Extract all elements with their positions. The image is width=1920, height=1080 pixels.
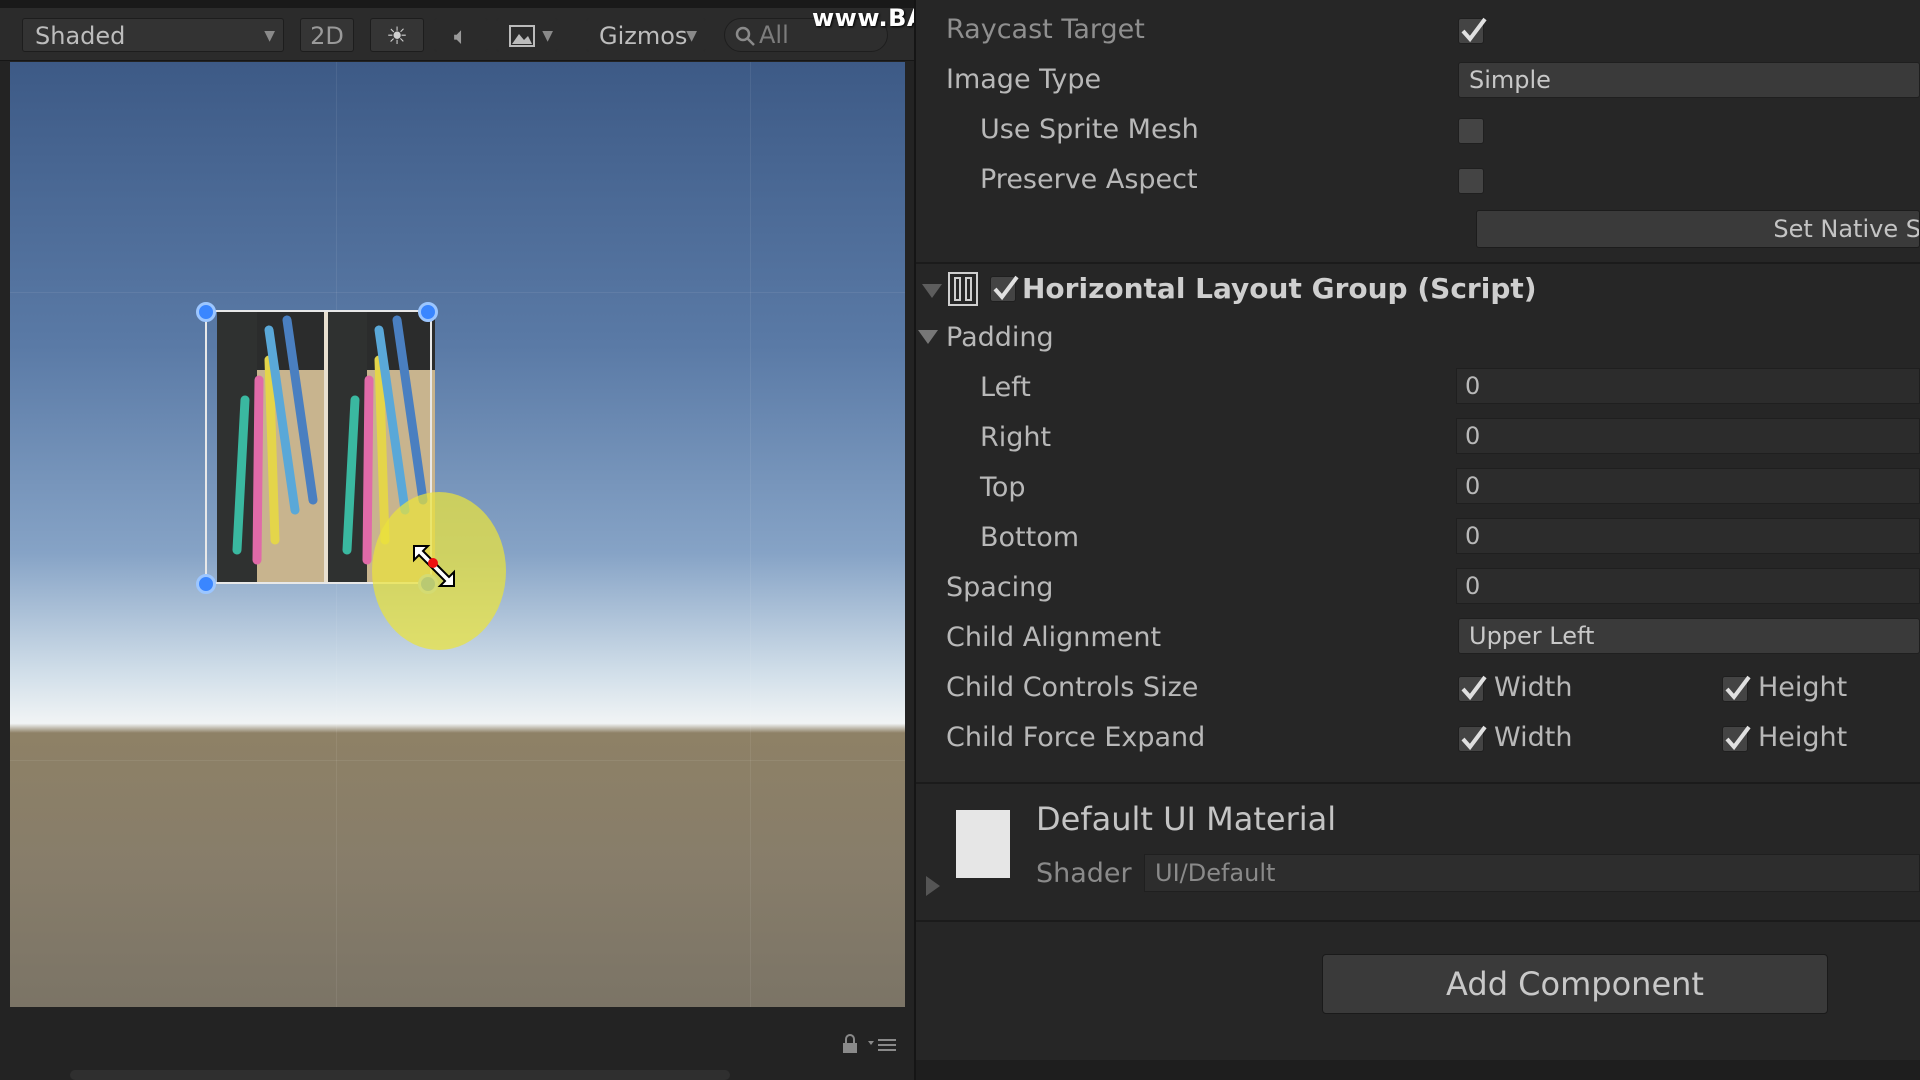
shader-dropdown[interactable]: UI/Default [1144,854,1920,892]
draw-mode-label: Shaded [35,22,126,50]
set-native-size-label: Set Native Size [1773,215,1920,243]
padding-left-field[interactable]: 0 [1456,368,1920,404]
grid-line [10,760,905,761]
menu-icon[interactable] [868,1038,896,1052]
preserve-aspect-label: Preserve Aspect [980,164,1198,195]
padding-top-label: Top [980,472,1026,503]
padding-right-field[interactable]: 0 [1456,418,1920,454]
2d-mode-toggle[interactable]: 2D [300,18,354,52]
component-foldout-arrow[interactable] [922,284,942,298]
child-controls-size-label: Child Controls Size [946,672,1199,703]
audio-toggle[interactable]: 🔈︎ [434,18,488,52]
checkmark-icon [993,275,1019,301]
checkmark-icon [1725,725,1751,751]
sun-icon: ☀ [386,22,408,50]
set-native-size-button[interactable]: Set Native Size [1476,210,1920,248]
scene-viewport[interactable] [10,62,905,1007]
child-force-expand-width-label: Width [1494,722,1573,753]
material-name: Default UI Material [1036,800,1337,838]
child-alignment-value: Upper Left [1469,622,1595,650]
search-placeholder: All [759,21,789,49]
image-type-label: Image Type [946,64,1102,95]
preserve-aspect-checkbox[interactable] [1458,168,1484,194]
child-controls-width-label: Width [1494,672,1573,703]
child-alignment-label: Child Alignment [946,622,1162,653]
child-force-expand-label: Child Force Expand [946,722,1206,753]
chevron-down-icon: ▼ [686,28,697,44]
component-separator [916,262,1920,264]
checkmark-icon [1461,725,1487,751]
raycast-target-checkbox[interactable] [1458,17,1487,44]
checkmark-icon [1725,675,1751,701]
spacing-field[interactable]: 0 [1456,568,1920,604]
draw-mode-dropdown[interactable]: Shaded ▼ [22,18,284,52]
rect-handle-bottom-left[interactable] [196,574,216,594]
checkmark-icon [1461,17,1487,43]
image-effects-icon [509,25,535,47]
grid-line [750,62,751,1007]
child-force-expand-width-checkbox[interactable] [1458,725,1487,752]
layout-group-icon [948,272,978,306]
effects-toggle[interactable]: ▼ [496,18,558,52]
child-controls-width-checkbox[interactable] [1458,675,1487,702]
gizmos-dropdown[interactable]: Gizmos ▼ [586,18,706,52]
hlg-enabled-checkbox[interactable] [990,275,1019,302]
checkmark-icon [1461,675,1487,701]
scene-tab-bar [0,0,914,8]
raycast-target-label: Raycast Target [946,14,1145,45]
padding-bottom-label: Bottom [980,522,1080,553]
child-force-expand-height-checkbox[interactable] [1722,725,1751,752]
hlg-component-title[interactable]: Horizontal Layout Group (Script) [1022,272,1537,305]
image-type-dropdown[interactable]: Simple [1458,62,1920,98]
padding-foldout-arrow[interactable] [918,330,938,344]
padding-right-label: Right [980,422,1052,453]
padding-left-label: Left [980,372,1031,403]
component-separator [916,782,1920,784]
component-separator [916,920,1920,922]
child-alignment-dropdown[interactable]: Upper Left [1458,618,1920,654]
search-icon [735,26,755,46]
grid-line [10,292,905,293]
chevron-down-icon: ▼ [264,28,275,44]
2d-mode-label: 2D [310,22,344,50]
padding-bottom-field[interactable]: 0 [1456,518,1920,554]
padding-label[interactable]: Padding [946,322,1054,353]
click-indicator [428,558,438,568]
scene-toolbar: Shaded ▼ 2D ☀ 🔈︎ ▼ Gizmos ▼ All [0,8,914,61]
audio-icon: 🔈︎ [453,22,469,50]
material-foldout-arrow[interactable] [926,876,940,896]
add-component-button[interactable]: Add Component [1322,954,1828,1014]
gizmos-label: Gizmos [599,22,688,50]
rect-handle-top-right[interactable] [418,302,438,322]
chevron-down-icon: ▼ [542,28,553,44]
horizontal-scrollbar[interactable] [70,1070,730,1080]
lighting-toggle[interactable]: ☀ [370,18,424,52]
image-type-value: Simple [1469,66,1551,94]
child-controls-height-checkbox[interactable] [1722,675,1751,702]
shader-label: Shader [1036,858,1132,889]
material-preview [956,810,1010,878]
child-force-expand-height-label: Height [1758,722,1848,753]
child-controls-height-label: Height [1758,672,1848,703]
use-sprite-mesh-label: Use Sprite Mesh [980,114,1199,145]
spacing-label: Spacing [946,572,1054,603]
use-sprite-mesh-checkbox[interactable] [1458,118,1484,144]
lock-icon[interactable] [842,1034,858,1054]
padding-top-field[interactable]: 0 [1456,468,1920,504]
scene-panel: Shaded ▼ 2D ☀ 🔈︎ ▼ Gizmos ▼ All [0,0,914,1080]
rect-handle-top-left[interactable] [196,302,216,322]
preview-strip [916,1060,1920,1080]
